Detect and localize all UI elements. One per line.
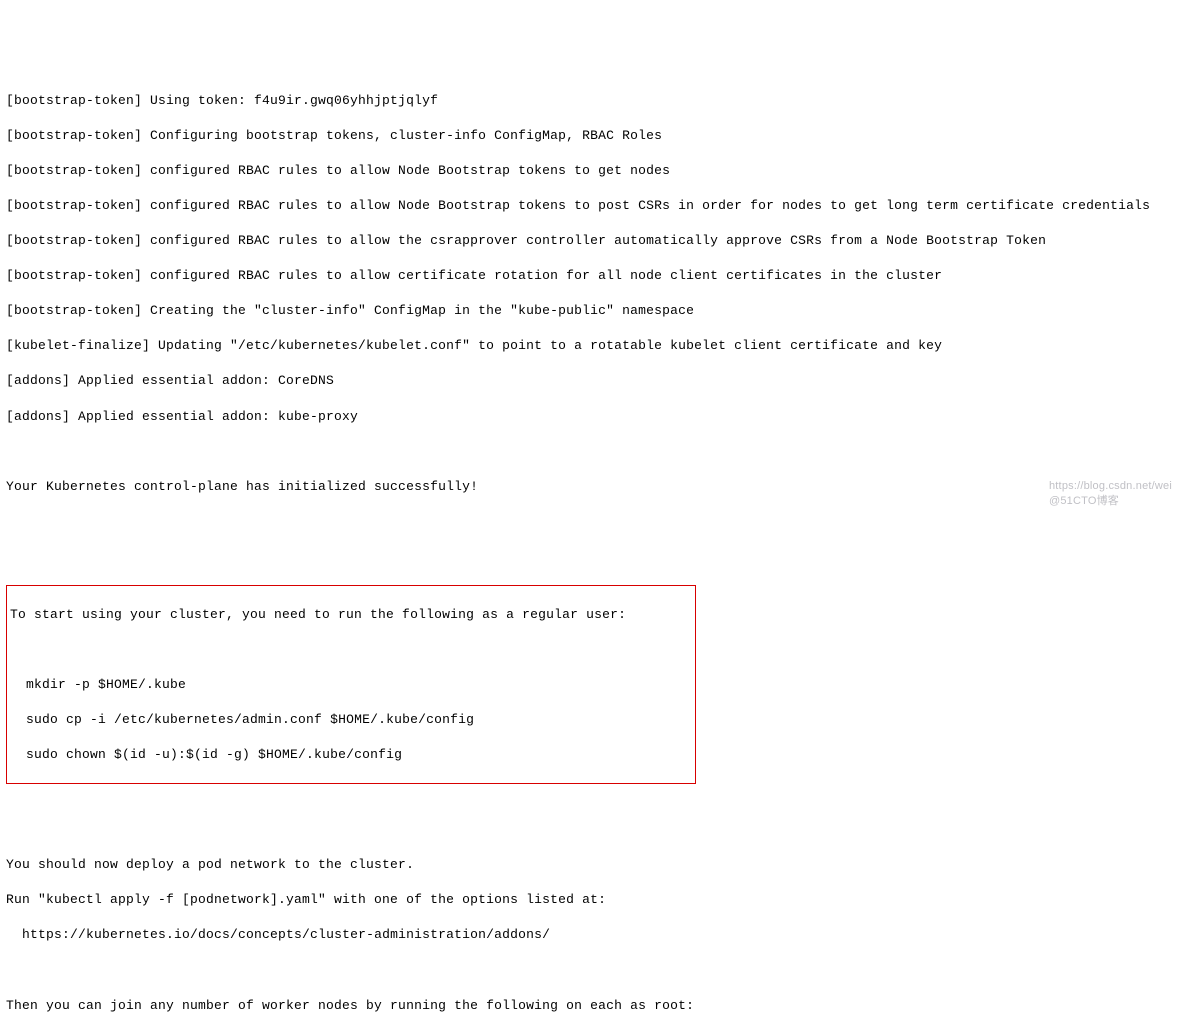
blank-line [6,513,1178,531]
log-line: You should now deploy a pod network to t… [6,856,1178,874]
log-line: [bootstrap-token] Using token: f4u9ir.gw… [6,92,1178,110]
log-line: [addons] Applied essential addon: kube-p… [6,408,1178,426]
log-line: [addons] Applied essential addon: CoreDN… [6,372,1178,390]
command-line: sudo chown $(id -u):$(id -g) $HOME/.kube… [10,746,692,764]
cluster-setup-instructions-box: To start using your cluster, you need to… [6,585,696,784]
log-line: [bootstrap-token] Creating the "cluster-… [6,302,1178,320]
terminal-output: [bootstrap-token] Using token: f4u9ir.gw… [6,74,1178,548]
log-line: Then you can join any number of worker n… [6,997,1178,1015]
terminal-output: You should now deploy a pod network to t… [6,804,1178,1030]
instruction-heading: To start using your cluster, you need to… [10,606,692,624]
blank-line [6,962,1178,980]
success-message: Your Kubernetes control-plane has initia… [6,478,1178,496]
blank-line [6,443,1178,461]
log-line: [bootstrap-token] Configuring bootstrap … [6,127,1178,145]
log-line: [bootstrap-token] configured RBAC rules … [6,162,1178,180]
command-line: mkdir -p $HOME/.kube [10,676,692,694]
blank-line [10,641,692,659]
log-line: Run "kubectl apply -f [podnetwork].yaml"… [6,891,1178,909]
log-line: [bootstrap-token] configured RBAC rules … [6,232,1178,250]
log-line: [kubelet-finalize] Updating "/etc/kubern… [6,337,1178,355]
command-line: sudo cp -i /etc/kubernetes/admin.conf $H… [10,711,692,729]
log-line: [bootstrap-token] configured RBAC rules … [6,197,1178,215]
log-line: [bootstrap-token] configured RBAC rules … [6,267,1178,285]
blank-line [6,821,1178,839]
log-line: https://kubernetes.io/docs/concepts/clus… [6,926,1178,944]
